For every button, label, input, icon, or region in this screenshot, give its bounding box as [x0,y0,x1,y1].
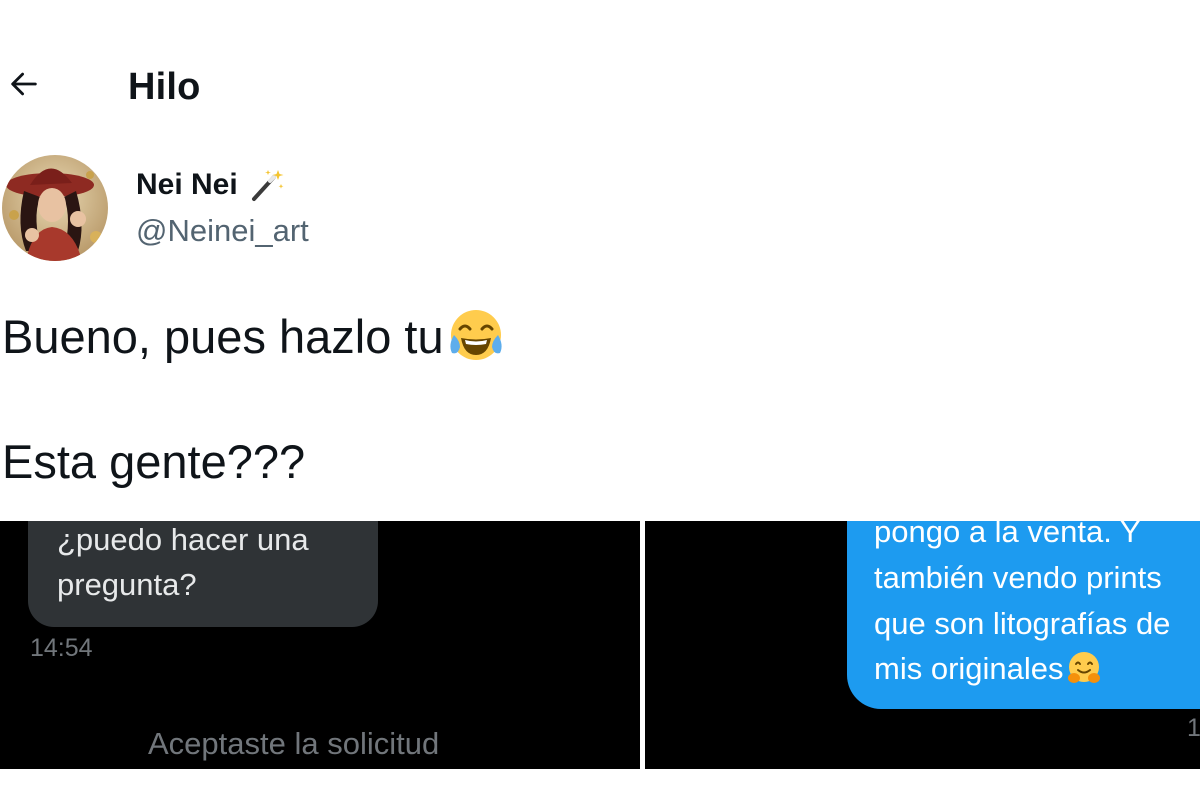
message-text: ¿puedo hacer una [57,522,309,557]
message-text: que son litografías de [874,606,1171,641]
magic-wand-icon [251,170,284,201]
message-text: mis originales [874,651,1064,686]
tweet-image-right[interactable]: pongo a la venta. Y también vendo prints… [645,521,1200,769]
message-text: también vendo prints [874,560,1162,595]
tweet-image-left[interactable]: ¿puedo hacer una pregunta? 14:54 Aceptas… [0,521,640,769]
author-name[interactable]: Nei Nei [136,166,286,204]
tweet-text-line: Esta gente??? [2,435,306,488]
hugging-face-emoji [1067,652,1100,683]
page-title: Hilo [128,66,201,108]
message-timestamp: 1 [1187,714,1200,742]
message-text: pregunta? [57,567,197,602]
back-button[interactable] [4,64,44,104]
tweet-text-line: Bueno, pues hazlo tu [2,305,506,366]
avatar[interactable] [2,155,108,261]
arrow-left-icon [11,72,37,96]
request-accepted-note: Aceptaste la solicitud [148,726,440,761]
thread-page: Hilo Nei Nei @Neinei_art Bueno, pues haz… [0,0,1200,800]
tweet-text: Bueno, pues hazlo tu [2,310,444,363]
message-text-line: mis originales [874,650,1102,688]
face-with-tears-of-joy-emoji [450,310,502,360]
author-handle[interactable]: @Neinei_art [136,212,309,250]
author-name-text: Nei Nei [136,168,238,201]
message-text: pongo a la venta. Y [874,521,1141,549]
message-timestamp: 14:54 [30,634,93,662]
